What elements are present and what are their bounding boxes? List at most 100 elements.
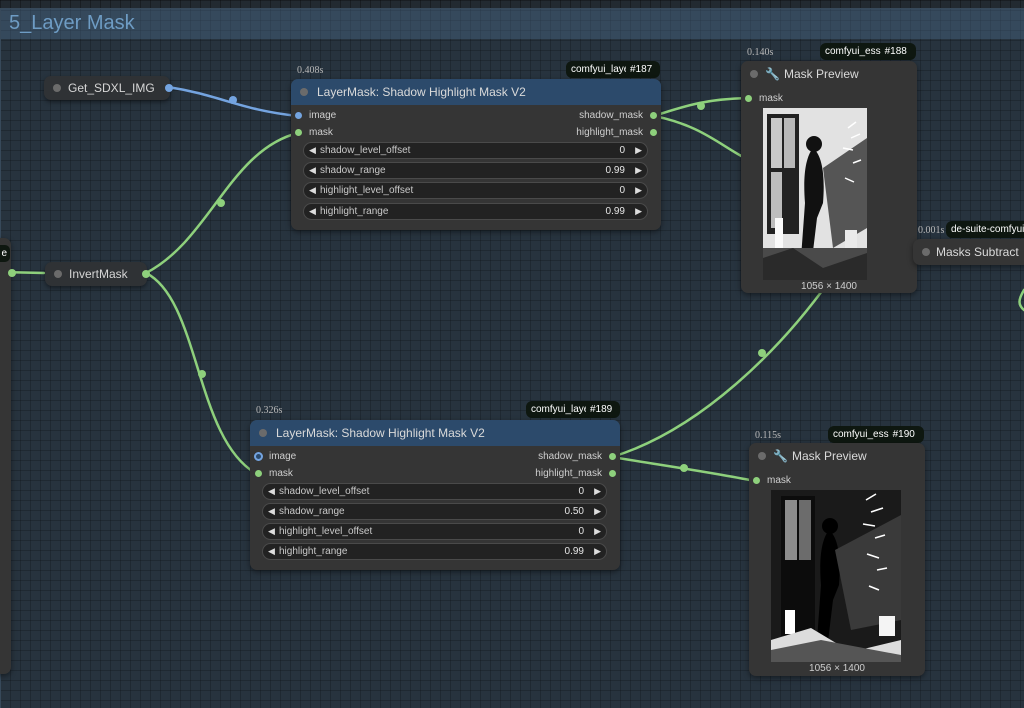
output-shadow-mask[interactable]: shadow_mask — [538, 450, 616, 464]
arrow-left-icon[interactable]: ◀ — [268, 484, 275, 499]
arrow-right-icon[interactable]: ▶ — [594, 484, 601, 499]
arrow-left-icon[interactable]: ◀ — [268, 504, 275, 519]
output-highlight-mask[interactable]: highlight_mask — [535, 467, 616, 481]
node-title-text: Mask Preview — [792, 449, 867, 463]
node-189-title[interactable]: LayerMask: Shadow Highlight Mask V2 — [250, 420, 620, 446]
output-highlight-mask[interactable]: highlight_mask — [576, 126, 657, 140]
widget-value: 0 — [619, 145, 625, 156]
node-collapse-dot[interactable] — [750, 70, 758, 78]
arrow-right-icon[interactable]: ▶ — [635, 183, 642, 198]
badge-id: #187 — [630, 64, 653, 75]
invert-mask-node[interactable]: InvertMask — [45, 262, 150, 286]
input-mask[interactable]: mask — [745, 92, 783, 106]
arrow-left-icon[interactable]: ◀ — [268, 544, 275, 559]
widget-value: 0 — [578, 486, 584, 497]
subtract-title[interactable]: Masks Subtract — [913, 239, 1024, 265]
node-collapse-dot[interactable] — [758, 452, 766, 460]
wrench-icon: 🔧 — [765, 67, 780, 81]
arrow-right-icon[interactable]: ▶ — [635, 204, 642, 219]
input-mask[interactable]: mask — [255, 467, 293, 481]
node-label: Get_SDXL_IMG — [68, 81, 155, 95]
mask-preview-graphic — [763, 108, 867, 280]
node-189-shadow-highlight-mask[interactable]: LayerMask: Shadow Highlight Mask V2 imag… — [250, 420, 620, 570]
widget-label: shadow_level_offset — [320, 145, 411, 156]
badge-source: comfyui_ess — [833, 429, 889, 440]
preview-dimensions: 1056 × 1400 — [809, 663, 865, 674]
widget-highlight-level-offset[interactable]: ◀ highlight_level_offset 0 ▶ — [262, 523, 607, 540]
widget-value: 0 — [619, 185, 625, 196]
node-187-shadow-highlight-mask[interactable]: LayerMask: Shadow Highlight Mask V2 imag… — [291, 79, 661, 230]
offscreen-node[interactable] — [0, 238, 11, 674]
input-slot-dot[interactable] — [54, 270, 62, 278]
masks-subtract-node[interactable]: Masks Subtract — [913, 239, 1024, 265]
input-slot-dot — [295, 129, 302, 136]
input-image[interactable]: image — [295, 109, 336, 123]
input-image[interactable]: image — [254, 450, 296, 464]
get-sdxl-img-node[interactable]: Get_SDXL_IMG — [44, 76, 173, 100]
arrow-right-icon[interactable]: ▶ — [635, 143, 642, 158]
widget-value: 0.99 — [564, 546, 584, 557]
node-189-exec-time: 0.326s — [256, 405, 283, 416]
output-slot-dot[interactable] — [165, 84, 173, 92]
node-title-text: Masks Subtract — [936, 245, 1019, 259]
arrow-left-icon[interactable]: ◀ — [309, 163, 316, 178]
widget-highlight-level-offset[interactable]: ◀ highlight_level_offset 0 ▶ — [303, 182, 648, 199]
widget-highlight-range[interactable]: ◀ highlight_range 0.99 ▶ — [303, 203, 648, 220]
group-title[interactable]: 5_Layer Mask — [1, 9, 1024, 39]
node-collapse-dot[interactable] — [300, 88, 308, 96]
widget-highlight-range[interactable]: ◀ highlight_range 0.99 ▶ — [262, 543, 607, 560]
preview-dimensions: 1056 × 1400 — [801, 281, 857, 292]
badge-id: #188 — [884, 46, 907, 57]
node-187-badge: comfyui_laye #187 — [566, 61, 660, 78]
node-188-mask-preview[interactable]: 🔧 Mask Preview mask 1056 × 1400 — [741, 61, 917, 293]
arrow-right-icon[interactable]: ▶ — [594, 504, 601, 519]
input-mask[interactable]: mask — [753, 474, 791, 488]
badge-source: de-suite-comfyui — [951, 224, 1024, 235]
node-collapse-dot[interactable] — [259, 429, 267, 437]
node-188-badge: comfyui_ess #188 — [820, 43, 916, 60]
output-shadow-mask[interactable]: shadow_mask — [579, 109, 657, 123]
arrow-left-icon[interactable]: ◀ — [309, 183, 316, 198]
input-mask[interactable]: mask — [295, 126, 333, 140]
output-slot-dot — [609, 470, 616, 477]
node-188-title[interactable]: 🔧 Mask Preview — [741, 61, 917, 87]
output-slot-dot — [609, 453, 616, 460]
node-collapse-dot[interactable] — [922, 248, 930, 256]
mask-preview-image — [763, 108, 867, 280]
widget-shadow-range[interactable]: ◀ shadow_range 0.99 ▶ — [303, 162, 648, 179]
node-label: InvertMask — [69, 267, 128, 281]
output-slot-dot — [650, 112, 657, 119]
mask-preview-graphic — [771, 490, 901, 662]
widget-shadow-range[interactable]: ◀ shadow_range 0.50 ▶ — [262, 503, 607, 520]
output-slot-dot[interactable] — [142, 270, 150, 278]
node-188-exec-time: 0.140s — [747, 47, 774, 58]
node-190-badge: comfyui_ess #190 — [828, 426, 924, 443]
badge-source: comfyui_ess — [825, 46, 881, 57]
badge-source: comfyui_laye — [571, 64, 626, 75]
widget-label: shadow_range — [320, 165, 386, 176]
arrow-left-icon[interactable]: ◀ — [309, 204, 316, 219]
widget-label: shadow_range — [279, 506, 345, 517]
node-190-exec-time: 0.115s — [755, 430, 782, 441]
widget-value: 0 — [578, 526, 584, 537]
node-190-mask-preview[interactable]: 🔧 Mask Preview mask 1056 × 1400 — [749, 443, 925, 676]
input-slot-dot — [254, 452, 263, 461]
offscreen-node-output-dot[interactable] — [8, 269, 16, 277]
node-187-title[interactable]: LayerMask: Shadow Highlight Mask V2 — [291, 79, 661, 105]
node-189-badge: comfyui_laye #189 — [526, 401, 620, 418]
widget-value: 0.99 — [605, 165, 625, 176]
node-title-text: Mask Preview — [784, 67, 859, 81]
arrow-right-icon[interactable]: ▶ — [594, 524, 601, 539]
widget-shadow-level-offset[interactable]: ◀ shadow_level_offset 0 ▶ — [303, 142, 648, 159]
arrow-right-icon[interactable]: ▶ — [635, 163, 642, 178]
badge-id: #190 — [892, 429, 915, 440]
arrow-left-icon[interactable]: ◀ — [268, 524, 275, 539]
input-slot-dot — [753, 477, 760, 484]
widget-value: 0.99 — [605, 206, 625, 217]
node-190-title[interactable]: 🔧 Mask Preview — [749, 443, 925, 469]
arrow-right-icon[interactable]: ▶ — [594, 544, 601, 559]
subtract-badge: de-suite-comfyui — [946, 221, 1024, 238]
badge-source: comfyui_laye — [531, 404, 586, 415]
arrow-left-icon[interactable]: ◀ — [309, 143, 316, 158]
widget-shadow-level-offset[interactable]: ◀ shadow_level_offset 0 ▶ — [262, 483, 607, 500]
